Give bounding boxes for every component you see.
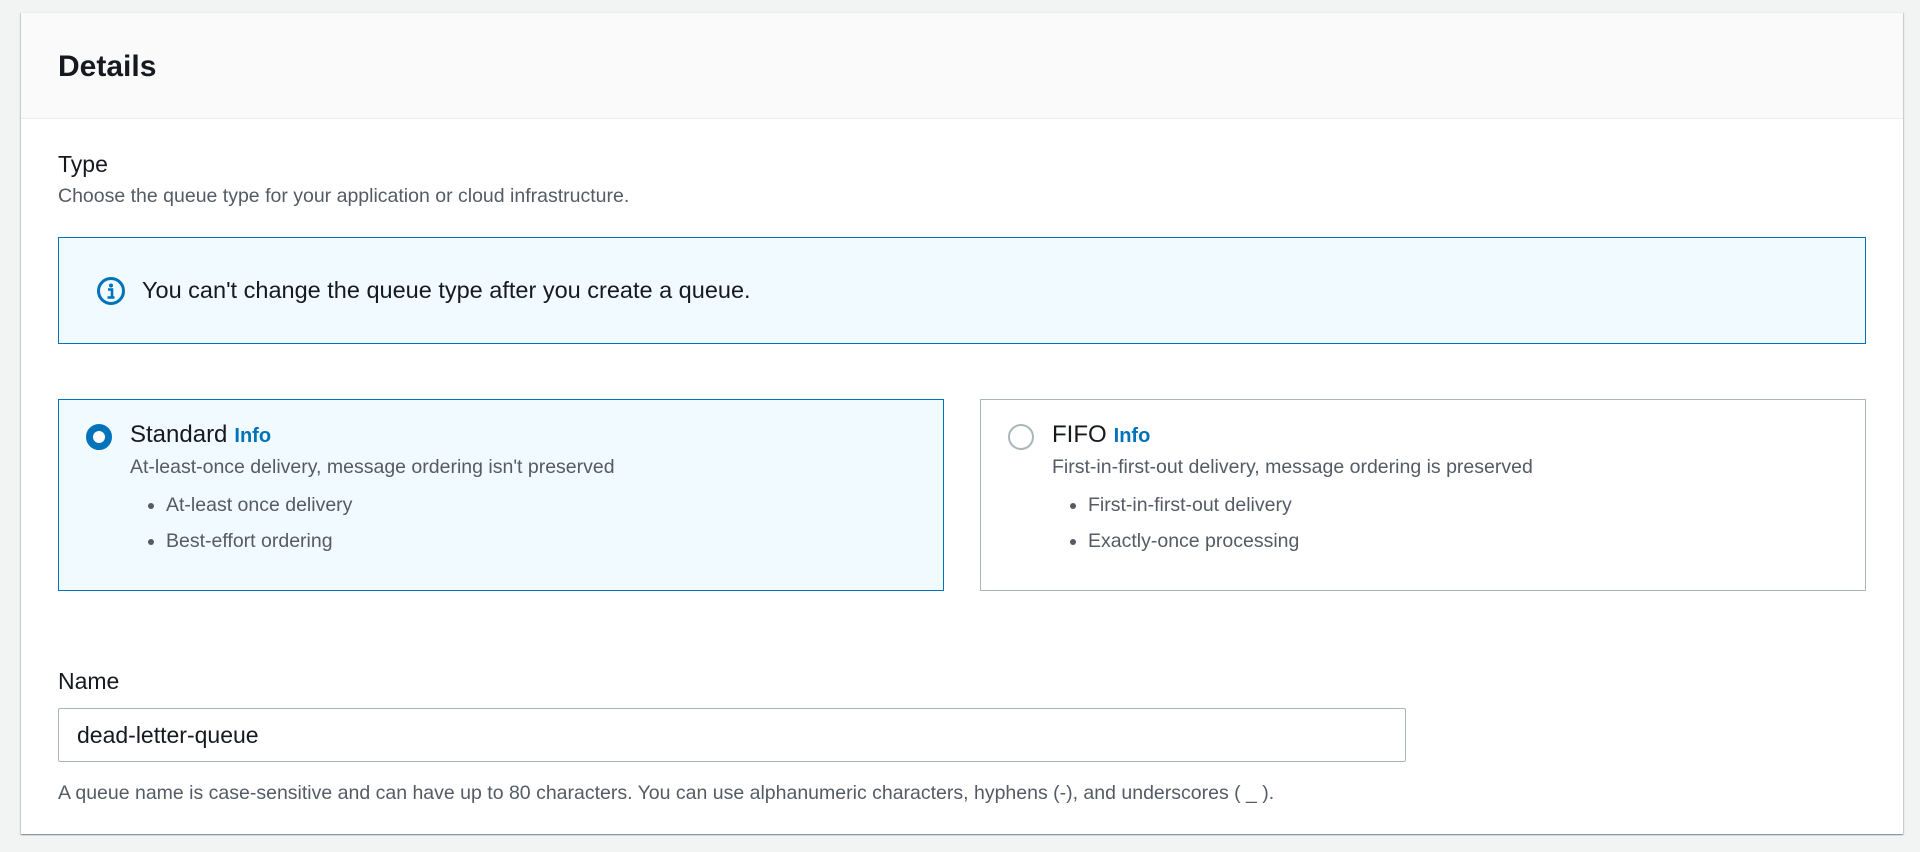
panel-title: Details: [58, 50, 157, 83]
details-panel: Details Type Choose the queue type for y…: [21, 12, 1903, 834]
list-item: Best-effort ordering: [166, 523, 352, 559]
list-item: At-least once delivery: [166, 487, 352, 523]
fifo-description: First-in-first-out delivery, message ord…: [1052, 456, 1533, 478]
name-help-text: A queue name is case-sensitive and can h…: [58, 782, 1275, 804]
queue-name-input[interactable]: [58, 708, 1406, 762]
fifo-info-link[interactable]: Info: [1114, 425, 1151, 448]
list-item: Exactly-once processing: [1088, 523, 1299, 559]
standard-queue-tile[interactable]: Standard Info At-least-once delivery, me…: [58, 399, 944, 591]
standard-feature-list: At-least once delivery Best-effort order…: [130, 487, 352, 559]
standard-info-link[interactable]: Info: [234, 425, 271, 448]
standard-description: At-least-once delivery, message ordering…: [130, 456, 615, 478]
standard-radio-button[interactable]: [86, 424, 112, 450]
fifo-feature-list: First-in-first-out delivery Exactly-once…: [1052, 487, 1299, 559]
type-description: Choose the queue type for your applicati…: [58, 185, 630, 207]
info-alert: You can't change the queue type after yo…: [58, 237, 1866, 344]
list-item: First-in-first-out delivery: [1088, 487, 1299, 523]
fifo-queue-tile[interactable]: FIFO Info First-in-first-out delivery, m…: [980, 399, 1866, 591]
alert-text: You can't change the queue type after yo…: [142, 277, 751, 303]
panel-header: Details: [21, 13, 1903, 119]
fifo-title: FIFO: [1052, 421, 1107, 448]
standard-tile-header: Standard Info: [130, 421, 271, 449]
info-circle-icon: [95, 275, 127, 307]
name-label: Name: [58, 668, 120, 694]
fifo-tile-header: FIFO Info: [1052, 421, 1150, 449]
type-label: Type: [58, 151, 108, 177]
fifo-radio-button[interactable]: [1008, 424, 1034, 450]
standard-title: Standard: [130, 421, 228, 448]
